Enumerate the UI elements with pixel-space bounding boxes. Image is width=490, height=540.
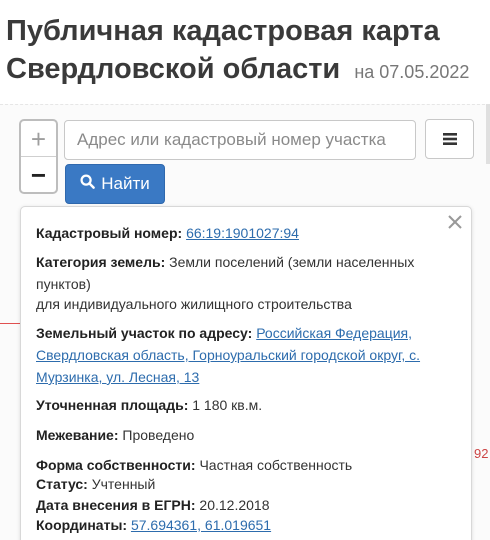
- search-button[interactable]: Найти: [65, 164, 165, 204]
- zoom-out-button[interactable]: −: [21, 157, 56, 192]
- ownership-value: Частная собственность: [199, 457, 353, 473]
- map-edge-scrollbar[interactable]: [486, 104, 490, 164]
- address-row: Земельный участок по адресу: Российская …: [36, 322, 446, 388]
- close-button[interactable]: [444, 213, 466, 235]
- menu-icon: [442, 131, 458, 147]
- coordinates-row: Координаты: 57.694361, 61.019651: [36, 514, 446, 536]
- menu-button[interactable]: [425, 119, 474, 159]
- survey-row: Межевание: Проведено: [36, 424, 446, 446]
- search-icon: [80, 174, 96, 194]
- status-label: Статус:: [36, 476, 88, 492]
- egrn-date-label: Дата внесения в ЕГРН:: [36, 497, 196, 513]
- land-category-row: Категория земель: Земли поселений (земли…: [36, 251, 446, 295]
- cadastral-number-row: Кадастровый номер: 66:19:1901027:94: [36, 222, 446, 244]
- land-use-value: для индивидуального жилищного строительс…: [36, 296, 352, 312]
- ownership-label: Форма собственности:: [36, 457, 196, 473]
- survey-label: Межевание:: [36, 427, 119, 443]
- status-value: Учтенный: [91, 476, 156, 492]
- cadastral-number-label: Кадастровый номер:: [36, 225, 183, 241]
- egrn-date-row: Дата внесения в ЕГРН: 20.12.2018: [36, 494, 446, 516]
- area-value: 1 180 кв.м.: [192, 397, 263, 413]
- cadastral-number-link[interactable]: 66:19:1901027:94: [186, 225, 299, 241]
- land-use-row: для индивидуального жилищного строительс…: [36, 293, 446, 315]
- page-title: Публичная кадастровая карта Свердловской…: [6, 12, 484, 91]
- zoom-in-button[interactable]: +: [21, 121, 56, 157]
- map-boundary-line: [0, 323, 22, 324]
- close-icon: [448, 214, 462, 234]
- area-row: Уточненная площадь: 1 180 кв.м.: [36, 394, 446, 416]
- search-button-label: Найти: [101, 174, 150, 193]
- search-input[interactable]: [64, 120, 416, 160]
- zoom-control: + −: [19, 119, 58, 194]
- address-label: Земельный участок по адресу:: [36, 325, 253, 341]
- land-category-label: Категория земель:: [36, 254, 166, 270]
- status-row: Статус: Учтенный: [36, 473, 446, 495]
- coordinates-link[interactable]: 57.694361, 61.019651: [131, 517, 271, 533]
- area-label: Уточненная площадь:: [36, 397, 189, 413]
- map-edge-label: 92: [474, 446, 489, 461]
- coordinates-label: Координаты:: [36, 517, 128, 533]
- page-date: на 07.05.2022: [354, 62, 470, 82]
- egrn-date-value: 20.12.2018: [199, 497, 270, 513]
- survey-value: Проведено: [122, 427, 195, 443]
